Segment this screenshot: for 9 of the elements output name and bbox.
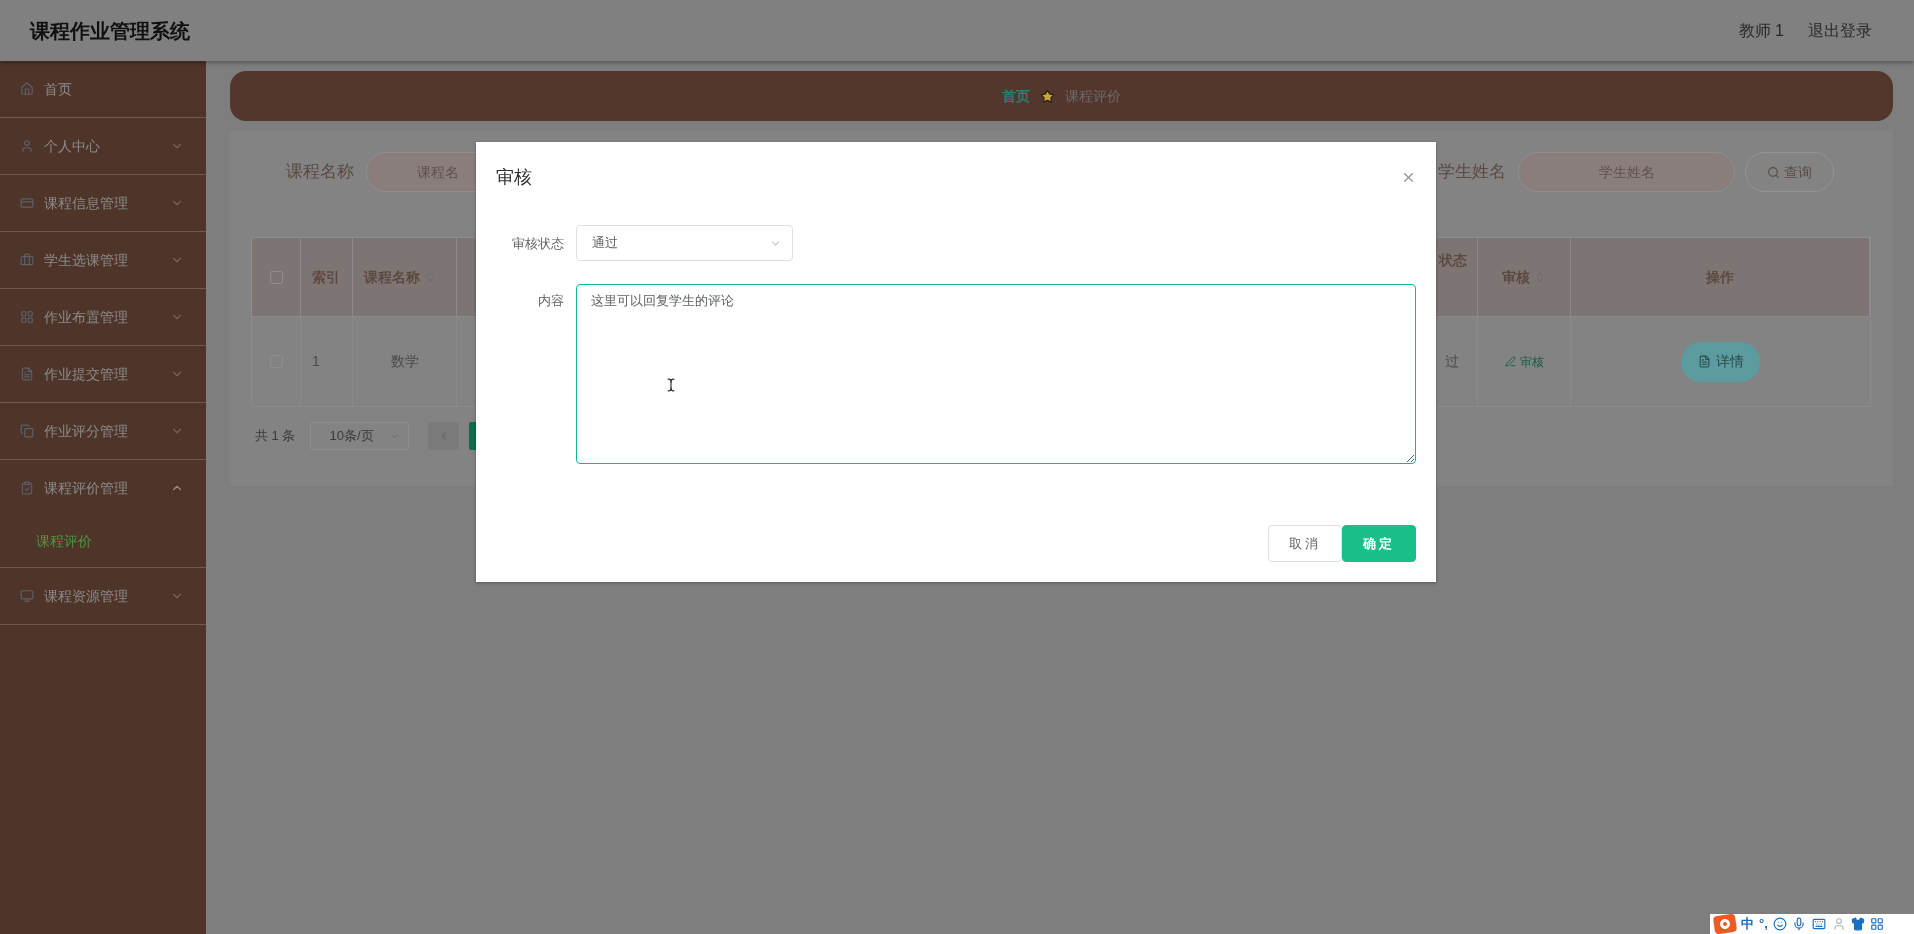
search-label: 课程名称 (286, 161, 354, 184)
field-label: 审核状态 (511, 235, 565, 253)
dialog-title: 审核 (496, 166, 532, 189)
search-label: 学生姓名 (1438, 161, 1506, 184)
table-cell: 1 (301, 316, 353, 406)
total-count: 共 1 条 (255, 427, 296, 446)
app-title: 课程作业管理系统 (30, 18, 190, 44)
user-name: 教师 1 (1738, 20, 1784, 41)
field-label: 内容 (537, 292, 565, 310)
